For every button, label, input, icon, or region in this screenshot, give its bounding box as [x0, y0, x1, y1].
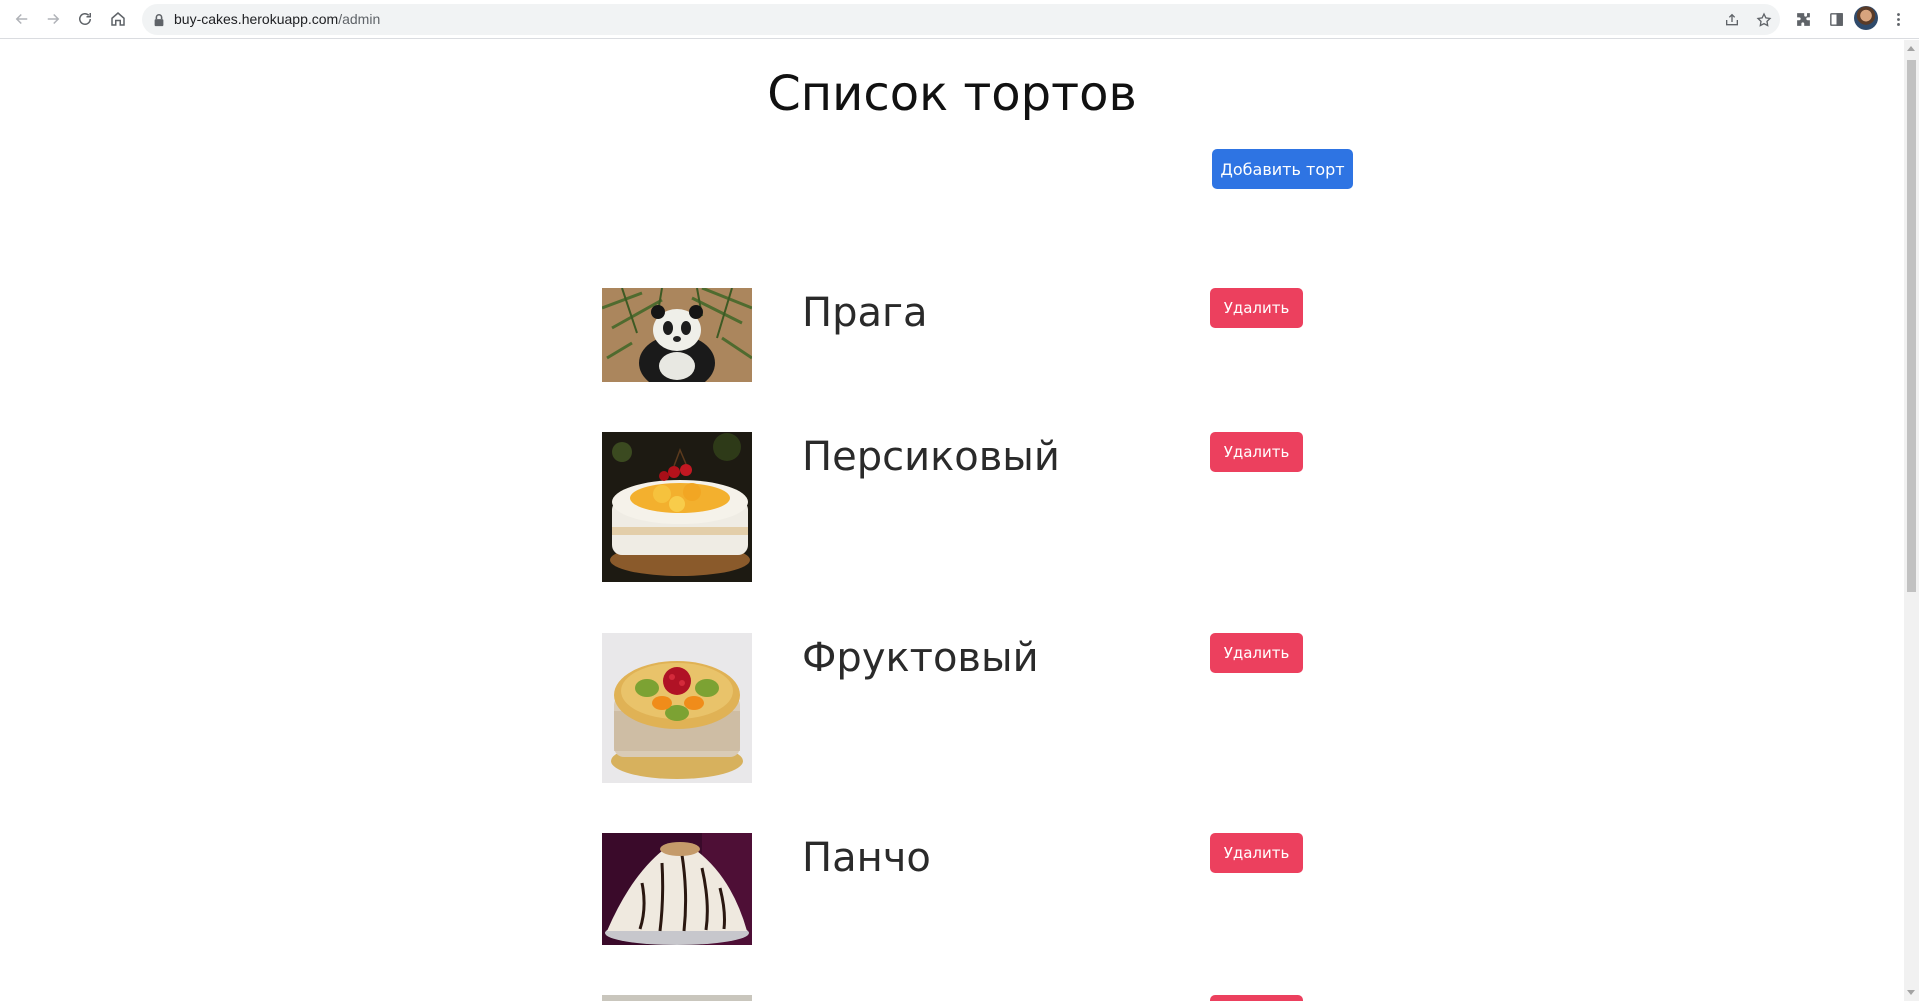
cake-name: Персиковый [802, 434, 1060, 480]
share-icon[interactable] [1722, 10, 1742, 30]
url-text[interactable]: buy-cakes.herokuapp.com/admin [174, 11, 380, 27]
menu-icon[interactable] [1887, 8, 1909, 30]
delete-cake-button[interactable]: Удалить [1210, 432, 1303, 472]
scroll-thumb[interactable] [1907, 60, 1916, 592]
fruit-cake-photo [602, 633, 752, 783]
cake-image [602, 432, 752, 582]
delete-cake-button[interactable]: Удалить [1210, 633, 1303, 673]
cake-image [602, 833, 752, 945]
profile-avatar[interactable] [1854, 6, 1878, 30]
home-icon[interactable] [105, 6, 131, 32]
side-panel-icon[interactable] [1825, 8, 1847, 30]
peach-cake-photo [602, 432, 752, 582]
delete-cake-button[interactable]: Удалить [1210, 288, 1303, 328]
star-icon[interactable] [1754, 10, 1774, 30]
delete-cake-button[interactable] [1210, 995, 1303, 1001]
forward-icon[interactable] [40, 6, 66, 32]
page-title: Список тортов [767, 66, 1137, 122]
page-scrollbar[interactable] [1904, 40, 1919, 1001]
address-bar[interactable]: buy-cakes.herokuapp.com/admin [142, 4, 1780, 35]
pancho-cake-photo [602, 833, 752, 945]
cake-image [602, 995, 752, 1001]
cake-name: Фруктовый [802, 635, 1039, 681]
delete-cake-button[interactable]: Удалить [1210, 833, 1303, 873]
lock-icon[interactable] [152, 12, 166, 27]
url-host: buy-cakes.herokuapp.com [174, 11, 339, 27]
extensions-icon[interactable] [1792, 8, 1814, 30]
scroll-up-arrow[interactable] [1907, 46, 1915, 51]
reload-icon[interactable] [72, 6, 98, 32]
cake-name: Панчо [802, 835, 931, 881]
url-path: /admin [338, 11, 381, 27]
cake-image [602, 288, 752, 382]
scroll-down-arrow[interactable] [1907, 990, 1915, 995]
cake-image [602, 633, 752, 783]
panda-photo [602, 288, 752, 382]
cake-name: Прага [802, 290, 928, 336]
back-icon[interactable] [9, 6, 35, 32]
browser-toolbar: buy-cakes.herokuapp.com/admin [0, 0, 1919, 39]
add-cake-button[interactable]: Добавить торт [1212, 149, 1353, 189]
